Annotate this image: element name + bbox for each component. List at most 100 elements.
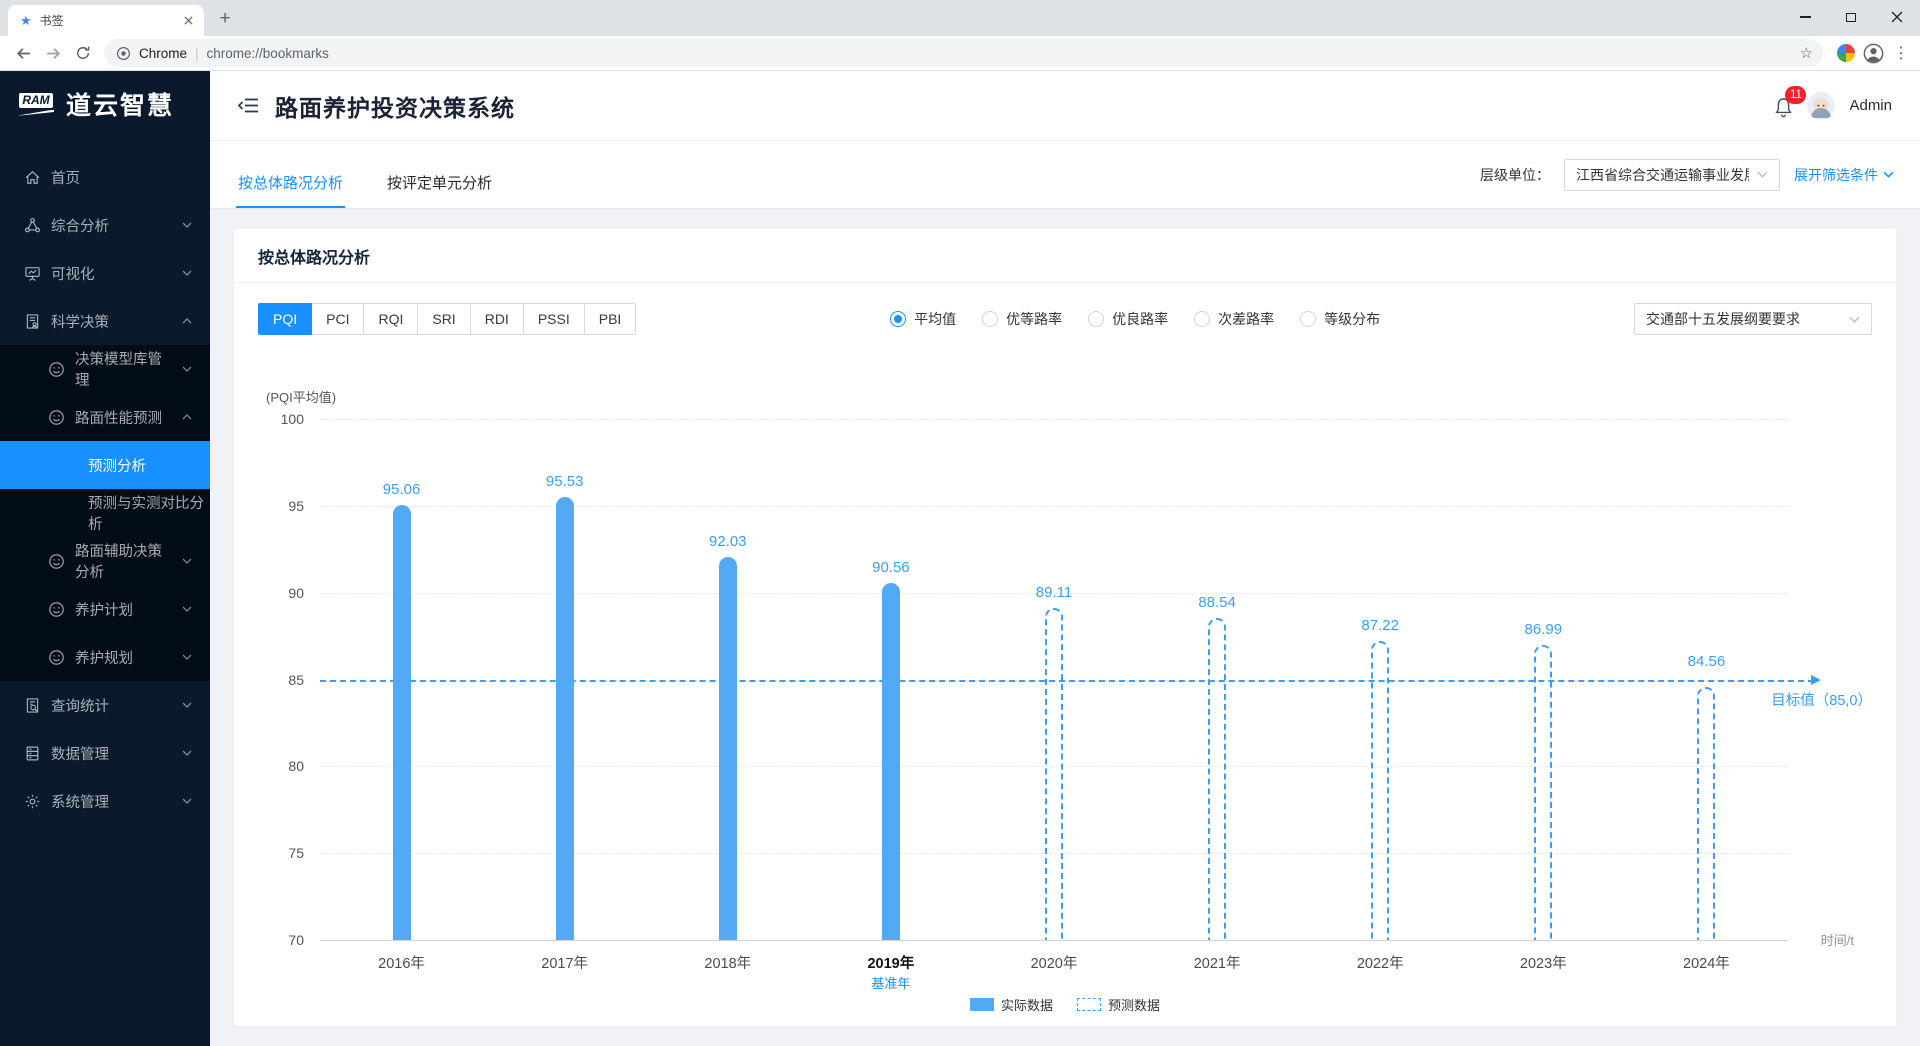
browser-tab[interactable]: ★ 书签	[8, 5, 204, 36]
sidebar-item-prediction-analysis[interactable]: 预测分析	[0, 441, 210, 489]
stat-radio-1[interactable]: 优等路率	[982, 309, 1062, 329]
standard-select[interactable]: 交通部十五发展纲要要求	[1634, 303, 1872, 335]
sidebar: RAM 道云智慧 首页综合分析可视化科学决策决策模型库管理路面性能预测预测分析预…	[0, 71, 210, 1046]
y-tick-label: 100	[281, 411, 304, 427]
chevron-down-icon	[182, 606, 192, 612]
chevron-up-icon	[182, 318, 192, 324]
standard-select-value: 交通部十五发展纲要要求	[1646, 309, 1841, 329]
sidebar-item-label: 养护规划	[75, 647, 133, 668]
window-close-button[interactable]	[1874, 0, 1920, 34]
database-icon	[24, 745, 41, 762]
metric-button-sri[interactable]: SRI	[417, 303, 470, 335]
back-icon[interactable]	[8, 39, 38, 67]
stat-radio-4[interactable]: 等级分布	[1300, 309, 1380, 329]
sidebar-item-query-statistics[interactable]: 查询统计	[0, 681, 210, 729]
brand-badge-text: RAM	[19, 93, 52, 108]
smile-icon	[48, 649, 65, 666]
sidebar-item-pavement-auxiliary-decision-analysis[interactable]: 路面辅助决策分析	[0, 537, 210, 585]
bar-value-label: 88.54	[1198, 594, 1236, 611]
expand-filters-link[interactable]: 展开筛选条件	[1794, 165, 1894, 185]
file-search-icon	[24, 697, 41, 714]
user-name[interactable]: Admin	[1849, 97, 1892, 114]
y-tick-label: 95	[288, 498, 304, 514]
x-axis-label: 2020年	[1031, 952, 1078, 973]
filter-bar: 层级单位： 江西省综合交通运输事业发展中心 展开筛选条件	[1480, 141, 1894, 208]
metric-button-rqi[interactable]: RQI	[363, 303, 418, 335]
y-axis-title: (PQI平均值)	[266, 387, 336, 406]
forward-icon[interactable]	[38, 39, 68, 67]
browser-profile-icon[interactable]	[1863, 43, 1884, 64]
metric-button-pssi[interactable]: PSSI	[523, 303, 585, 335]
x-axis-label: 2018年	[704, 952, 751, 973]
chart: (PQI平均值) 100959085807570目标值（85,0）95.0620…	[258, 355, 1872, 1016]
bar-2017年[interactable]	[556, 497, 574, 940]
tab-close-icon[interactable]	[180, 13, 196, 29]
avatar[interactable]	[1807, 92, 1835, 120]
sidebar-item-pavement-performance-prediction[interactable]: 路面性能预测	[0, 393, 210, 441]
new-tab-button[interactable]: +	[210, 5, 240, 33]
card-body: PQIPCIRQISRIRDIPSSIPBI 平均值 优等路率 优良路率 次差路率 等级…	[234, 283, 1896, 1026]
bar-2024年[interactable]	[1697, 687, 1715, 940]
stat-radio-2[interactable]: 优良路率	[1088, 309, 1168, 329]
bookmark-this-star-icon[interactable]: ☆	[1800, 44, 1813, 62]
bar-2018年[interactable]	[719, 557, 737, 940]
radio-circle-icon	[1300, 311, 1316, 327]
stat-radio-0[interactable]: 平均值	[890, 309, 956, 329]
sidebar-item-label: 路面辅助决策分析	[75, 540, 172, 582]
sidebar-item-scientific-decision[interactable]: 科学决策	[0, 297, 210, 345]
sidebar-item-prediction-vs-measured-comparison[interactable]: 预测与实测对比分析	[0, 489, 210, 537]
address-bar[interactable]: Chrome | chrome://bookmarks ☆	[104, 39, 1823, 67]
sidebar-item-maintenance-programming[interactable]: 养护规划	[0, 633, 210, 681]
browser-menu-icon[interactable]: ⋮	[1890, 43, 1912, 63]
bar-value-label: 86.99	[1525, 621, 1563, 638]
bar-2021年[interactable]	[1208, 618, 1226, 940]
metric-button-pci[interactable]: PCI	[311, 303, 364, 335]
sidebar-item-label: 数据管理	[51, 743, 109, 764]
sidebar-item-label: 养护计划	[75, 599, 133, 620]
sidebar-item-home[interactable]: 首页	[0, 153, 210, 201]
share-icon	[24, 217, 41, 234]
y-tick-label: 75	[288, 845, 304, 861]
sidebar-item-comprehensive-analysis[interactable]: 综合分析	[0, 201, 210, 249]
reload-icon[interactable]	[68, 39, 98, 67]
window-maximize-button[interactable]	[1828, 0, 1874, 34]
sidebar-item-data-management[interactable]: 数据管理	[0, 729, 210, 777]
bar-2016年[interactable]	[393, 505, 411, 940]
tab-overall-condition[interactable]: 按总体路况分析	[236, 172, 345, 208]
chevron-down-icon	[182, 654, 192, 660]
legend-item-solid[interactable]: 实际数据	[970, 995, 1053, 1014]
x-axis-label: 2021年	[1194, 952, 1241, 973]
radio-circle-icon	[1194, 311, 1210, 327]
stat-radio-3[interactable]: 次差路率	[1194, 309, 1274, 329]
x-axis-label: 2019年	[867, 952, 914, 973]
legend-swatch-solid	[970, 998, 994, 1011]
unit-select[interactable]: 江西省综合交通运输事业发展中心	[1564, 159, 1780, 191]
extension-pinwheel-icon[interactable]	[1837, 44, 1855, 62]
metric-button-pqi[interactable]: PQI	[258, 303, 312, 335]
notification-bell[interactable]: 11	[1774, 93, 1793, 118]
window-minimize-button[interactable]	[1782, 0, 1828, 34]
url-separator: |	[195, 46, 199, 61]
menu-fold-icon[interactable]	[238, 96, 259, 115]
bar-2023年[interactable]	[1534, 645, 1552, 940]
metric-button-pbi[interactable]: PBI	[584, 303, 637, 335]
sidebar-item-maintenance-plan[interactable]: 养护计划	[0, 585, 210, 633]
legend-item-dashed[interactable]: 预测数据	[1077, 995, 1160, 1014]
sidebar-item-system-management[interactable]: 系统管理	[0, 777, 210, 825]
tab-evaluation-unit[interactable]: 按评定单元分析	[385, 172, 494, 208]
target-line	[320, 680, 1814, 682]
sidebar-item-decision-model-library[interactable]: 决策模型库管理	[0, 345, 210, 393]
sidebar-item-label: 综合分析	[51, 215, 109, 236]
bar-2019年[interactable]	[882, 583, 900, 940]
bar-value-label: 92.03	[709, 533, 747, 550]
sidebar-item-label: 预测与实测对比分析	[88, 492, 210, 534]
brand-name: 道云智慧	[66, 86, 174, 122]
sidebar-item-visualization[interactable]: 可视化	[0, 249, 210, 297]
url-path: chrome://bookmarks	[207, 46, 1800, 61]
baseline-year-label[interactable]: 基准年	[871, 973, 910, 992]
metric-button-rdi[interactable]: RDI	[470, 303, 524, 335]
bar-2022年[interactable]	[1371, 641, 1389, 940]
bar-2020年[interactable]	[1045, 608, 1063, 940]
sidebar-item-label: 预测分析	[88, 455, 146, 476]
stat-radio-label: 平均值	[914, 309, 956, 329]
